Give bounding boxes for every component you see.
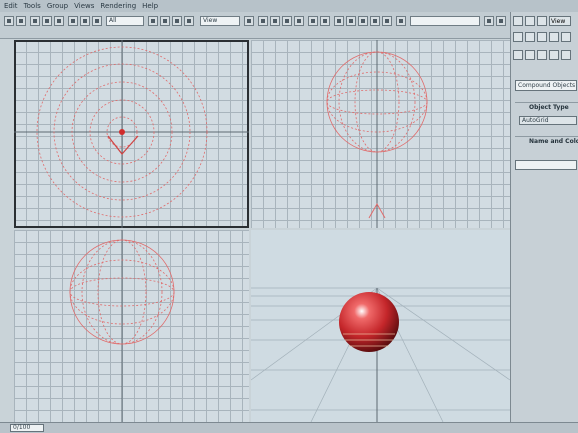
perspective-view-geometry	[251, 287, 510, 422]
mirror-icon[interactable]	[308, 16, 318, 26]
create-category-tabs	[513, 50, 571, 60]
undo-icon[interactable]	[4, 16, 14, 26]
bind-space-warp-icon[interactable]	[54, 16, 64, 26]
manipulate-icon[interactable]	[184, 16, 194, 26]
helpers-icon[interactable]	[561, 50, 571, 60]
select-region-icon[interactable]	[92, 16, 102, 26]
menu-group[interactable]: Group	[47, 0, 68, 12]
align-icon[interactable]	[334, 16, 344, 26]
menu-rendering[interactable]: Rendering	[100, 0, 136, 12]
hierarchy-icon[interactable]	[537, 32, 547, 42]
link-icon[interactable]	[30, 16, 40, 26]
rendered-sphere	[339, 292, 399, 352]
category-dropdown[interactable]: Compound Objects	[515, 80, 577, 91]
named-selection-field[interactable]	[410, 16, 480, 26]
menu-edit[interactable]: Edit	[4, 0, 18, 12]
max-window: Edit Tools Group Views Rendering Help Al…	[0, 0, 578, 433]
menu-help[interactable]: Help	[142, 0, 158, 12]
left-view-geometry	[69, 230, 175, 422]
autogrid-checkbox[interactable]: AutoGrid	[519, 116, 577, 125]
menu-views[interactable]: Views	[74, 0, 94, 12]
pivot-center-icon[interactable]	[244, 16, 254, 26]
reference-coordinate-dropdown[interactable]: View	[200, 16, 240, 26]
command-panel: View Compound Objects Object Type AutoGr…	[510, 12, 578, 422]
select-move-icon[interactable]	[148, 16, 158, 26]
select-by-name-icon[interactable]	[80, 16, 90, 26]
selection-filter-dropdown[interactable]: All	[106, 16, 144, 26]
render-scene-icon[interactable]	[496, 16, 506, 26]
select-object-icon[interactable]	[68, 16, 78, 26]
object-name-field[interactable]	[515, 160, 577, 170]
viewport-perspective[interactable]	[251, 230, 510, 422]
align-view-icon[interactable]	[382, 16, 392, 26]
material-editor-icon[interactable]	[484, 16, 494, 26]
align-camera-icon[interactable]	[370, 16, 380, 26]
main-toolbar: All View	[0, 12, 510, 39]
geometry-icon[interactable]	[513, 50, 523, 60]
object-type-rollout[interactable]: Object Type	[515, 102, 578, 113]
restrict-z-icon[interactable]	[282, 16, 292, 26]
select-icon[interactable]	[513, 16, 523, 26]
viewport-front[interactable]	[251, 40, 510, 228]
name-color-rollout[interactable]: Name and Color	[515, 136, 578, 147]
lights-icon[interactable]	[537, 50, 547, 60]
status-bar: 0/100	[0, 422, 578, 433]
move-icon[interactable]	[525, 16, 535, 26]
time-slider-field[interactable]: 0/100	[10, 424, 44, 432]
restrict-plane-icon[interactable]	[294, 16, 304, 26]
modify-icon[interactable]	[525, 32, 535, 42]
select-rotate-icon[interactable]	[160, 16, 170, 26]
motion-icon[interactable]	[549, 32, 559, 42]
view-field[interactable]: View	[549, 16, 571, 26]
restrict-y-icon[interactable]	[270, 16, 280, 26]
restrict-x-icon[interactable]	[258, 16, 268, 26]
redo-icon[interactable]	[16, 16, 26, 26]
normal-align-icon[interactable]	[346, 16, 356, 26]
menu-tools[interactable]: Tools	[24, 0, 41, 12]
unlink-icon[interactable]	[42, 16, 52, 26]
select-scale-icon[interactable]	[172, 16, 182, 26]
rotate-icon[interactable]	[537, 16, 547, 26]
display-icon[interactable]	[561, 32, 571, 42]
front-view-geometry	[326, 40, 428, 228]
command-panel-tabs	[513, 32, 571, 42]
menu-bar: Edit Tools Group Views Rendering Help	[0, 0, 578, 12]
shapes-icon[interactable]	[525, 50, 535, 60]
named-selection-icon[interactable]	[396, 16, 406, 26]
place-highlight-icon[interactable]	[358, 16, 368, 26]
top-view-geometry	[14, 40, 249, 228]
viewport-top[interactable]	[14, 40, 249, 228]
create-icon[interactable]	[513, 32, 523, 42]
command-panel-toolbar: View	[513, 16, 571, 26]
array-icon[interactable]	[320, 16, 330, 26]
cameras-icon[interactable]	[549, 50, 559, 60]
viewport-left[interactable]	[14, 230, 249, 422]
